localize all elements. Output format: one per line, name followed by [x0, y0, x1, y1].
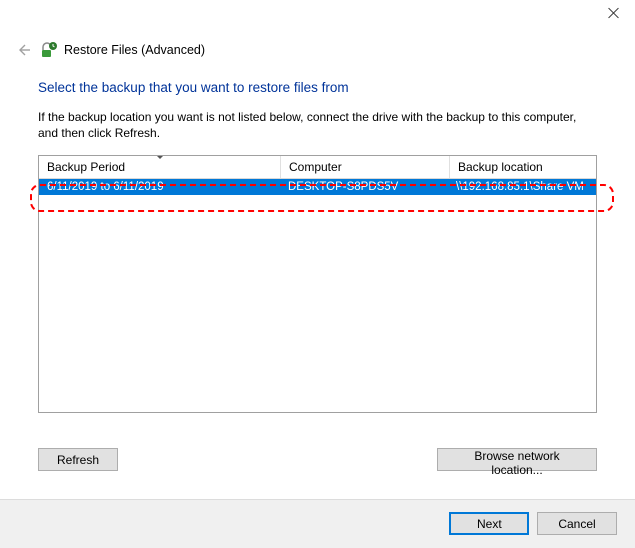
- refresh-button[interactable]: Refresh: [38, 448, 118, 471]
- listview-header: Backup Period Computer Backup location: [39, 156, 596, 179]
- wizard-footer: Next Cancel: [0, 499, 635, 548]
- mid-button-row: Refresh Browse network location...: [38, 448, 597, 476]
- restore-files-icon: [40, 41, 58, 59]
- browse-network-location-button[interactable]: Browse network location...: [437, 448, 597, 471]
- column-header-backup-location[interactable]: Backup location: [450, 156, 596, 178]
- cell-backup-location: \\192.168.85.1\Share VM: [448, 181, 596, 193]
- cell-computer: DESKTOP-S8PDS5V: [280, 181, 448, 193]
- titlebar: [0, 0, 635, 30]
- next-button[interactable]: Next: [449, 512, 529, 535]
- window-title: Restore Files (Advanced): [64, 43, 205, 57]
- listview-body: 6/11/2019 to 6/11/2019 DESKTOP-S8PDS5V \…: [39, 179, 596, 413]
- backup-listview[interactable]: Backup Period Computer Backup location 6…: [38, 155, 597, 413]
- back-button[interactable]: [12, 39, 34, 61]
- close-button[interactable]: [605, 6, 623, 24]
- cancel-button[interactable]: Cancel: [537, 512, 617, 535]
- cell-backup-period: 6/11/2019 to 6/11/2019: [39, 181, 280, 193]
- content-area: Select the backup that you want to resto…: [38, 80, 597, 413]
- wizard-header: Restore Files (Advanced): [12, 38, 623, 62]
- column-header-backup-period[interactable]: Backup Period: [39, 156, 281, 178]
- page-title: Select the backup that you want to resto…: [38, 80, 597, 95]
- page-description: If the backup location you want is not l…: [38, 109, 597, 141]
- table-row[interactable]: 6/11/2019 to 6/11/2019 DESKTOP-S8PDS5V \…: [39, 179, 596, 195]
- column-header-computer[interactable]: Computer: [281, 156, 450, 178]
